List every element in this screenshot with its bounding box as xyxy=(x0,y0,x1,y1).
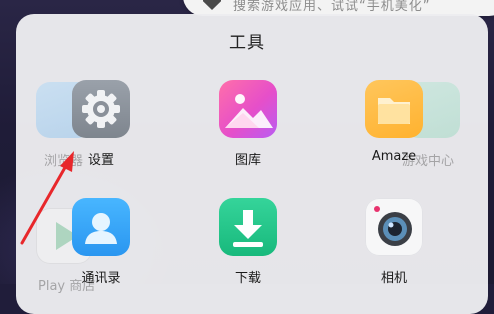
annotation-arrow xyxy=(20,151,74,245)
